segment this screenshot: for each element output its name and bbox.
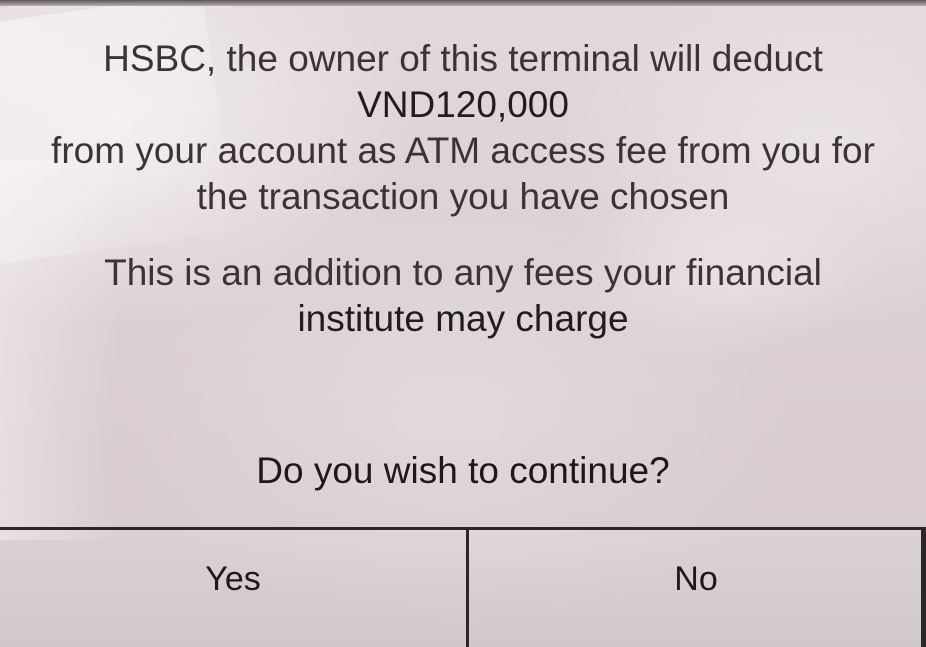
fee-message: HSBC, the owner of this terminal will de… bbox=[0, 36, 926, 342]
no-button-label: No bbox=[674, 560, 718, 598]
fee-notice-line: HSBC, the owner of this terminal will de… bbox=[103, 38, 823, 79]
continue-question: Do you wish to continue? bbox=[256, 450, 670, 491]
yes-button-label: Yes bbox=[205, 560, 261, 598]
fee-notice-line: the transaction you have chosen bbox=[196, 176, 730, 217]
button-bar: Yes No bbox=[0, 527, 926, 647]
additional-notice-line: institute may charge bbox=[297, 298, 629, 339]
screen-bezel bbox=[0, 0, 926, 6]
fee-notice-line: from your account as ATM access fee from… bbox=[51, 130, 875, 171]
atm-screen: HSBC, the owner of this terminal will de… bbox=[0, 0, 926, 647]
screen-bezel bbox=[921, 527, 926, 647]
fee-amount: VND120,000 bbox=[357, 84, 569, 125]
yes-button[interactable]: Yes bbox=[0, 530, 469, 647]
additional-notice-line: This is an addition to any fees your fin… bbox=[104, 252, 822, 293]
no-button[interactable]: No bbox=[469, 530, 923, 647]
